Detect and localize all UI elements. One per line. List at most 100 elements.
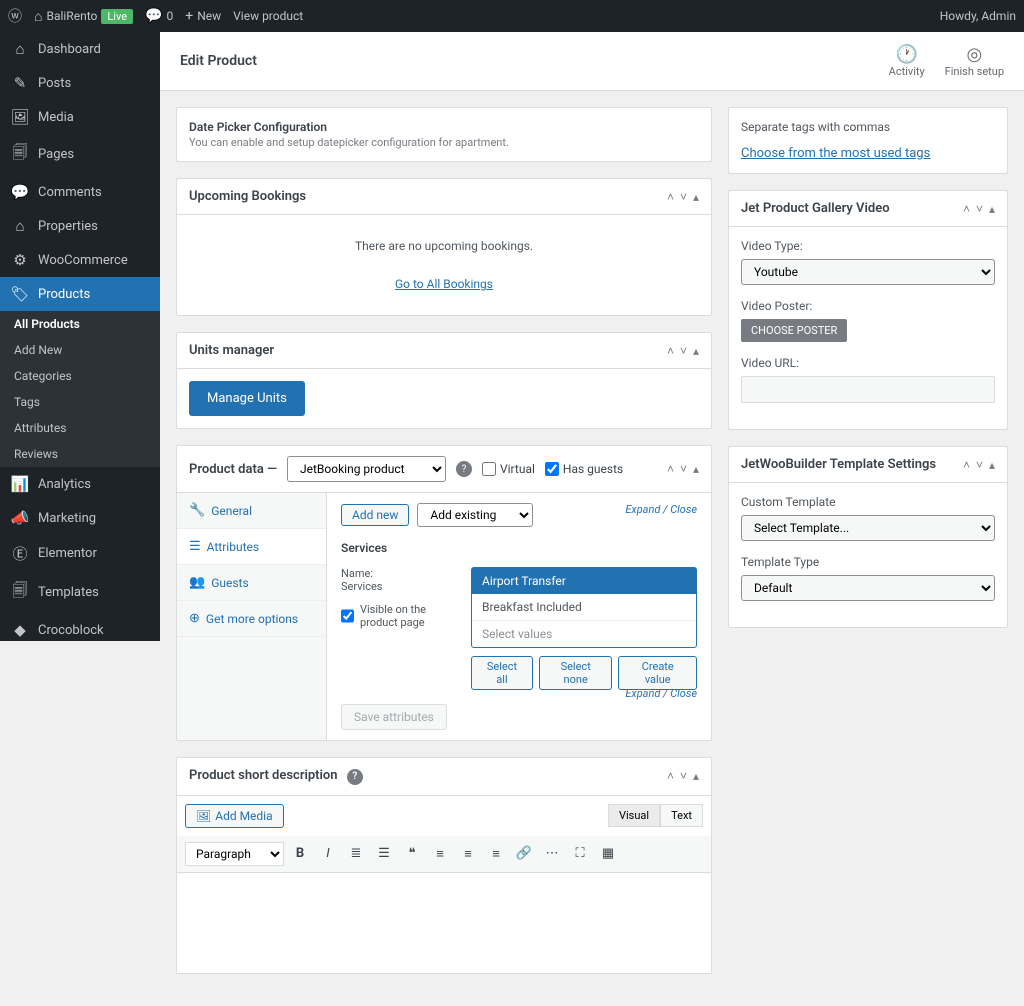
multiselect-option[interactable]: Breakfast Included [472, 594, 696, 621]
submenu-categories[interactable]: Categories [0, 363, 160, 389]
comment-icon: 💬 [145, 8, 162, 24]
finish-setup-button[interactable]: ◎ Finish setup [945, 44, 1004, 78]
tab-attributes[interactable]: ☰Attributes [177, 529, 326, 565]
toggle-icon[interactable]: ▴ [989, 458, 995, 472]
admin-sidebar: ⌂Dashboard ✎Posts 🖼Media 🗐Pages 💬Comment… [0, 32, 160, 641]
number-list-icon[interactable]: ☰ [372, 842, 396, 866]
move-up-icon[interactable]: ˄ [667, 344, 674, 358]
save-attributes-button[interactable]: Save attributes [341, 704, 447, 730]
menu-elementor[interactable]: ⒺElementor [0, 535, 160, 572]
has-guests-checkbox[interactable]: Has guests [545, 462, 623, 476]
quote-icon[interactable]: ❝ [400, 842, 424, 866]
submenu-all-products[interactable]: All Products [0, 311, 160, 337]
bullet-list-icon[interactable]: ≣ [344, 842, 368, 866]
multiselect-option-selected[interactable]: Airport Transfer [472, 568, 696, 594]
editor-textarea[interactable] [177, 873, 711, 973]
move-down-icon[interactable]: ˅ [680, 769, 687, 783]
align-center-icon[interactable]: ≡ [456, 842, 480, 866]
move-down-icon[interactable]: ˅ [680, 462, 687, 476]
view-product-link[interactable]: View product [233, 9, 303, 23]
move-down-icon[interactable]: ˅ [976, 202, 983, 216]
submenu-tags[interactable]: Tags [0, 389, 160, 415]
bold-icon[interactable]: B [288, 842, 312, 866]
toolbar-toggle-icon[interactable]: ▦ [596, 842, 620, 866]
template-type-select[interactable]: Default [741, 575, 995, 601]
menu-templates[interactable]: 🗐Templates [0, 572, 160, 613]
wp-logo[interactable]: ⓦ [8, 6, 22, 26]
expand-close-link[interactable]: Expand / Close [625, 503, 697, 516]
format-select[interactable]: Paragraph [185, 842, 284, 866]
readmore-icon[interactable]: ⋯ [540, 842, 564, 866]
help-icon[interactable]: ? [456, 461, 472, 477]
move-down-icon[interactable]: ˅ [976, 458, 983, 472]
menu-comments[interactable]: 💬Comments [0, 175, 160, 209]
create-value-button[interactable]: Create value [618, 656, 697, 690]
clock-icon: 🕐 [895, 44, 917, 65]
italic-icon[interactable]: I [316, 842, 340, 866]
link-icon[interactable]: 🔗 [512, 842, 536, 866]
visible-checkbox[interactable] [341, 609, 354, 623]
menu-properties[interactable]: ⌂Properties [0, 209, 160, 243]
menu-woocommerce[interactable]: ⚙WooCommerce [0, 243, 160, 277]
toggle-icon[interactable]: ▴ [693, 190, 699, 204]
values-multiselect[interactable]: Airport Transfer Breakfast Included Sele… [471, 567, 697, 648]
manage-units-button[interactable]: Manage Units [189, 381, 305, 416]
choose-poster-button[interactable]: CHOOSE POSTER [741, 319, 847, 342]
video-url-input[interactable] [741, 376, 995, 403]
add-new-button[interactable]: Add new [341, 504, 409, 526]
activity-button[interactable]: 🕐 Activity [889, 44, 925, 78]
tab-guests[interactable]: 👥Guests [177, 565, 326, 601]
move-up-icon[interactable]: ˄ [667, 462, 674, 476]
custom-template-select[interactable]: Select Template... [741, 515, 995, 541]
add-media-button[interactable]: 🖼 Add Media [185, 804, 284, 828]
comments-link[interactable]: 💬 0 [145, 8, 173, 24]
multiselect-placeholder[interactable]: Select values [472, 621, 696, 647]
toggle-icon[interactable]: ▴ [693, 769, 699, 783]
all-bookings-link[interactable]: Go to All Bookings [395, 277, 493, 291]
virtual-input[interactable] [482, 462, 496, 476]
menu-analytics[interactable]: 📊Analytics [0, 467, 160, 501]
video-type-select[interactable]: Youtube [741, 259, 995, 285]
move-up-icon[interactable]: ˄ [963, 202, 970, 216]
toggle-icon[interactable]: ▴ [693, 462, 699, 476]
move-up-icon[interactable]: ˄ [963, 458, 970, 472]
site-link[interactable]: ⌂ BaliRento Live [34, 8, 133, 25]
product-type-select[interactable]: JetBooking product [287, 456, 446, 482]
menu-crocoblock[interactable]: ◆Crocoblock [0, 613, 160, 641]
marketing-icon: 📣 [10, 509, 30, 527]
menu-marketing[interactable]: 📣Marketing [0, 501, 160, 535]
help-icon[interactable]: ? [347, 769, 363, 785]
submenu-attributes[interactable]: Attributes [0, 415, 160, 441]
menu-products[interactable]: 🏷Products [0, 277, 160, 311]
toggle-icon[interactable]: ▴ [989, 202, 995, 216]
align-left-icon[interactable]: ≡ [428, 842, 452, 866]
bookings-title: Upcoming Bookings [189, 189, 306, 204]
choose-tags-link[interactable]: Choose from the most used tags [741, 146, 930, 161]
menu-pages[interactable]: 🗐Pages [0, 134, 160, 175]
fullscreen-icon[interactable]: ⛶ [568, 842, 592, 866]
menu-media[interactable]: 🖼Media [0, 100, 160, 134]
add-existing-select[interactable]: Add existing [417, 503, 533, 527]
comments-count: 0 [167, 9, 174, 23]
text-tab[interactable]: Text [660, 804, 703, 827]
move-up-icon[interactable]: ˄ [667, 769, 674, 783]
virtual-checkbox[interactable]: Virtual [482, 462, 535, 476]
move-down-icon[interactable]: ˅ [680, 344, 687, 358]
tab-more-options[interactable]: ⊕Get more options [177, 601, 326, 637]
align-right-icon[interactable]: ≡ [484, 842, 508, 866]
howdy[interactable]: Howdy, Admin [940, 9, 1016, 23]
move-up-icon[interactable]: ˄ [667, 190, 674, 204]
visual-tab[interactable]: Visual [608, 804, 660, 827]
submenu-reviews[interactable]: Reviews [0, 441, 160, 467]
submenu-add-new[interactable]: Add New [0, 337, 160, 363]
new-link[interactable]: + New [185, 8, 221, 24]
menu-dashboard[interactable]: ⌂Dashboard [0, 32, 160, 66]
tab-general[interactable]: 🔧General [177, 493, 326, 529]
select-all-button[interactable]: Select all [471, 656, 533, 690]
toggle-icon[interactable]: ▴ [693, 344, 699, 358]
move-down-icon[interactable]: ˅ [680, 190, 687, 204]
menu-posts[interactable]: ✎Posts [0, 66, 160, 100]
expand-close-link-bottom[interactable]: Expand / Close [625, 687, 697, 700]
has-guests-input[interactable] [545, 462, 559, 476]
select-none-button[interactable]: Select none [539, 656, 613, 690]
